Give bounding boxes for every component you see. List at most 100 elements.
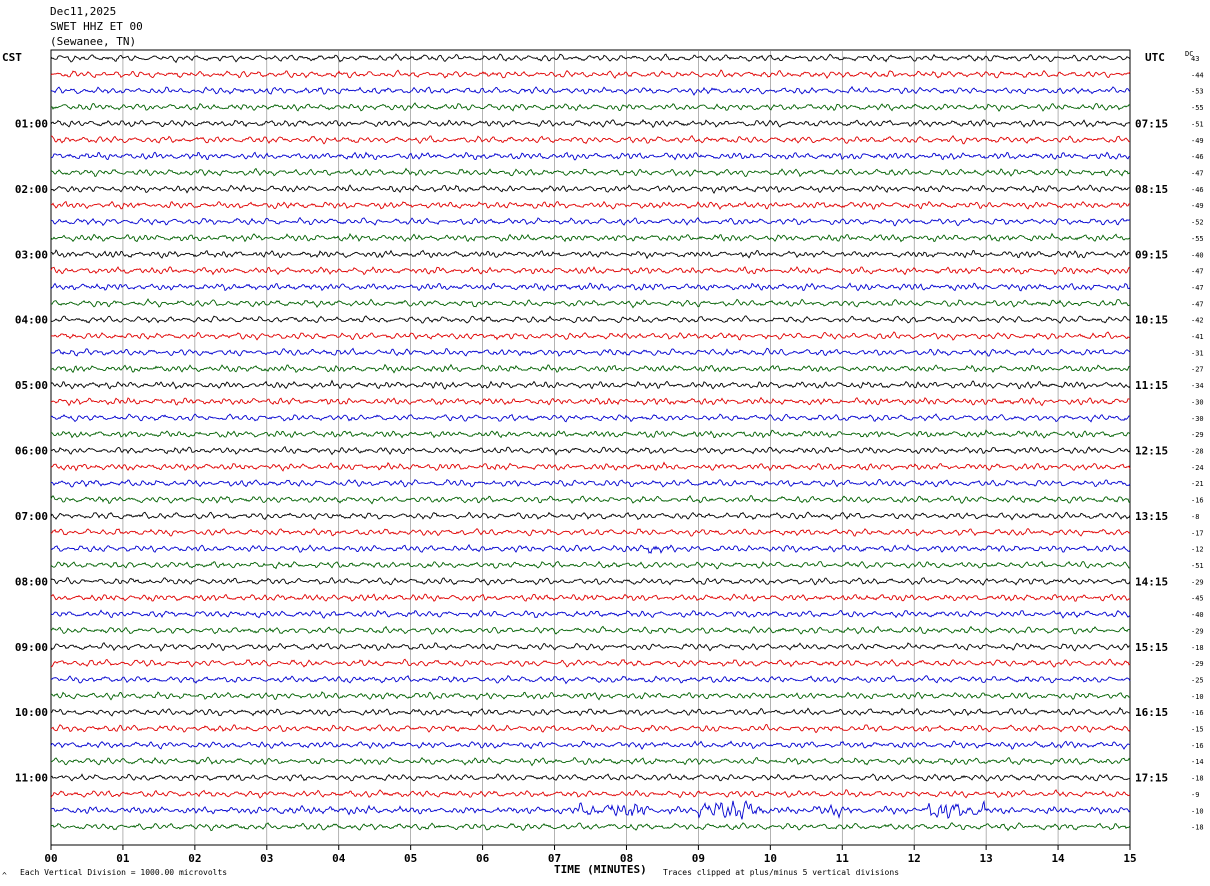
trace-row	[50, 528, 1131, 537]
x-tick-label: 02	[188, 852, 201, 865]
dc-offset-label: -18	[1191, 775, 1204, 783]
dc-offset-label: -18	[1191, 644, 1204, 652]
trace-row	[50, 789, 1131, 799]
dc-offset-label: -44	[1191, 71, 1204, 79]
dc-offset-label: -12	[1191, 546, 1204, 554]
right-hour-label: 07:15	[1135, 117, 1168, 130]
left-hour-label: 06:00	[15, 445, 48, 458]
dc-offset-label: -29	[1191, 627, 1204, 635]
right-hour-label: 09:15	[1135, 248, 1168, 261]
dc-offset-label: -21	[1191, 480, 1204, 488]
x-tick-label: 05	[404, 852, 417, 865]
trace-row	[50, 118, 1131, 129]
dc-offset-label: -42	[1191, 317, 1204, 325]
x-tick-label: 00	[44, 852, 57, 865]
dc-offset-label: -47	[1191, 284, 1204, 292]
dc-offset-label: -9	[1191, 791, 1199, 799]
trace-row	[50, 282, 1131, 292]
helicorder-plot: 00 01 02 03 04 05 06 07 08 09 10 11 12 13 14 1543-44-53…	[15, 49, 1204, 865]
right-hour-label: 15:15	[1135, 641, 1168, 654]
trace-row	[50, 151, 1131, 161]
x-tick-label: 10	[764, 852, 777, 865]
plot-frame	[50, 49, 1131, 846]
x-tick-label: 04	[332, 852, 346, 865]
dc-offset-label: -29	[1191, 660, 1204, 668]
dc-offset-label: -49	[1191, 137, 1204, 145]
trace-row	[50, 167, 1131, 178]
dc-offset-label: -30	[1191, 398, 1204, 406]
trace-row	[50, 363, 1131, 374]
dc-offset-label: -51	[1191, 120, 1204, 128]
dc-offset-label: -16	[1191, 742, 1204, 750]
trace-row	[50, 331, 1131, 341]
x-tick-label: 09	[692, 852, 705, 865]
left-hour-label: 11:00	[15, 772, 48, 785]
right-hour-label: 10:15	[1135, 314, 1168, 327]
dc-offset-label: -27	[1191, 366, 1204, 374]
right-hour-label: 14:15	[1135, 575, 1168, 588]
dc-offset-label: -10	[1191, 693, 1204, 701]
trace-row	[50, 216, 1131, 227]
left-hour-label: 04:00	[15, 314, 48, 327]
dc-offset-label: -52	[1191, 219, 1204, 227]
trace-row	[50, 396, 1131, 407]
trace-row	[50, 799, 1131, 820]
dc-offset-label: -17	[1191, 529, 1204, 537]
dc-offset-label: -53	[1191, 88, 1204, 96]
dc-offset-label: -18	[1191, 824, 1204, 832]
left-hour-label: 07:00	[15, 510, 48, 523]
dc-offset-label: -15	[1191, 726, 1204, 734]
dc-offset-label: -16	[1191, 497, 1204, 505]
dc-offset-label: -25	[1191, 676, 1204, 684]
dc-offset-label: -47	[1191, 300, 1204, 308]
trace-row	[50, 102, 1131, 112]
x-tick-label: 06	[476, 852, 490, 865]
trace-row	[50, 706, 1131, 717]
trace-row	[50, 756, 1131, 767]
x-tick-label: 12	[908, 852, 921, 865]
trace-row	[50, 184, 1131, 195]
trace-row	[50, 200, 1131, 210]
trace-row	[50, 543, 1131, 555]
trace-row	[50, 232, 1131, 243]
clip-note: Traces clipped at plus/minus 5 vertical …	[663, 868, 900, 877]
trace-row	[50, 69, 1131, 79]
trace-row	[50, 642, 1131, 652]
corner-mark: ^	[2, 871, 7, 880]
trace-row	[50, 478, 1131, 488]
right-hour-label: 12:15	[1135, 445, 1168, 458]
trace-row	[50, 691, 1131, 701]
trace-row	[50, 560, 1131, 570]
x-tick-label: 01	[116, 852, 130, 865]
dc-offset-label: -40	[1191, 251, 1204, 259]
trace-row	[50, 429, 1131, 439]
x-tick-label: 03	[260, 852, 273, 865]
x-tick-label: 14	[1051, 852, 1065, 865]
right-hour-label: 11:15	[1135, 379, 1168, 392]
trace-row	[50, 379, 1131, 390]
right-hour-label: 13:15	[1135, 510, 1168, 523]
x-tick-label: 11	[836, 852, 850, 865]
dc-offset-label: 43	[1191, 55, 1199, 63]
trace-row	[50, 298, 1131, 309]
left-hour-label: 03:00	[15, 248, 48, 261]
trace-row	[50, 675, 1131, 685]
trace-row	[50, 134, 1131, 145]
dc-offset-label: -28	[1191, 448, 1204, 456]
trace-row	[50, 773, 1131, 782]
dc-offset-label: -47	[1191, 169, 1204, 177]
trace-row	[50, 53, 1131, 64]
dc-offset-label: -34	[1191, 382, 1204, 390]
trace-row	[50, 413, 1131, 423]
dc-offset-label: -8	[1191, 513, 1199, 521]
trace-row	[50, 822, 1131, 832]
dc-offset-label: -14	[1191, 758, 1204, 766]
trace-row	[50, 315, 1131, 324]
left-hour-label: 08:00	[15, 575, 48, 588]
dc-offset-label: -24	[1191, 464, 1204, 472]
dc-offset-label: -41	[1191, 333, 1204, 341]
trace-row	[50, 658, 1131, 668]
dc-offset-label: -40	[1191, 611, 1204, 619]
dc-offset-label: -46	[1191, 186, 1204, 194]
dc-offset-label: -31	[1191, 349, 1204, 357]
